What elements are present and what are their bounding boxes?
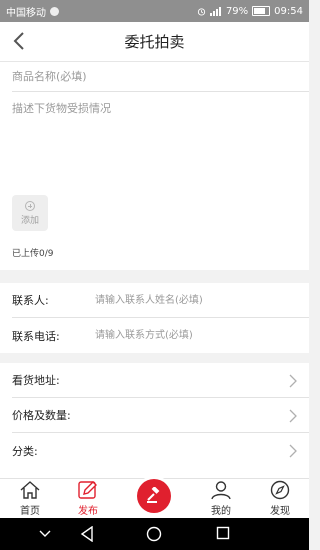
system-nav-bar <box>0 518 309 550</box>
edit-icon <box>78 481 97 499</box>
app-header: 委托拍卖 <box>0 22 309 62</box>
compass-icon <box>270 480 290 500</box>
nav-back-icon[interactable] <box>80 526 94 542</box>
user-icon <box>211 481 231 500</box>
contact-phone-row: 联系电话: <box>12 318 309 353</box>
chevron-right-icon <box>289 374 297 388</box>
home-icon <box>20 481 40 499</box>
price-quantity-label: 价格及数量: <box>12 409 71 422</box>
back-button[interactable] <box>8 30 30 52</box>
page-title: 委托拍卖 <box>124 33 185 51</box>
product-form: 添加 已上传0/9 <box>0 62 309 270</box>
add-icon <box>25 200 35 211</box>
clock: 09:54 <box>274 5 303 17</box>
category-label: 分类: <box>12 444 38 458</box>
category-row[interactable]: 分类: <box>12 433 309 468</box>
nav-recents-icon[interactable] <box>216 526 230 540</box>
price-quantity-row[interactable]: 价格及数量: <box>12 398 309 433</box>
contact-section: 联系人: 联系电话: <box>0 283 309 353</box>
tab-discover[interactable]: 发现 <box>255 479 305 519</box>
add-photo-label: 添加 <box>20 215 39 226</box>
product-name-row <box>12 62 309 92</box>
upload-count: 已上传0/9 <box>12 249 54 259</box>
contact-phone-input[interactable] <box>95 325 295 346</box>
signal-icon <box>209 6 221 16</box>
inspection-address-row[interactable]: 看货地址: <box>12 363 309 398</box>
chevron-left-icon <box>13 32 24 50</box>
collapse-icon[interactable] <box>38 526 52 540</box>
alarm-icon <box>197 7 206 16</box>
contact-name-row: 联系人: <box>12 283 309 318</box>
tab-home[interactable]: 首页 <box>5 479 55 519</box>
contact-name-label: 联系人: <box>12 294 49 307</box>
add-photo-button[interactable]: 添加 <box>12 195 48 231</box>
chevron-right-icon <box>289 444 297 458</box>
bottom-tab-bar: 首页 发布 我的 发现 <box>0 478 309 518</box>
tab-discover-label: 发现 <box>270 506 290 517</box>
battery-icon <box>252 6 271 16</box>
description-textarea[interactable] <box>12 100 297 190</box>
options-section: 看货地址: 价格及数量: 分类: <box>0 363 309 478</box>
auction-hammer-icon <box>147 487 160 503</box>
status-bar: 中国移动 79% 09:54 <box>0 0 309 22</box>
tab-publish[interactable]: 发布 <box>63 479 113 519</box>
tab-mine[interactable]: 我的 <box>196 479 246 519</box>
nav-home-icon[interactable] <box>146 526 162 542</box>
chevron-right-icon <box>289 409 297 423</box>
auction-center-button[interactable] <box>137 479 171 513</box>
contact-phone-label: 联系电话: <box>12 329 60 343</box>
inspection-address-label: 看货地址: <box>12 374 60 387</box>
carrier-label: 中国移动 <box>6 7 46 19</box>
tab-home-label: 首页 <box>20 506 40 517</box>
contact-name-input[interactable] <box>95 290 295 310</box>
tab-mine-label: 我的 <box>211 506 231 517</box>
battery-percent: 79% <box>225 5 249 17</box>
product-name-input[interactable] <box>12 62 297 90</box>
tab-publish-label: 发布 <box>78 506 98 517</box>
message-icon <box>50 6 59 16</box>
